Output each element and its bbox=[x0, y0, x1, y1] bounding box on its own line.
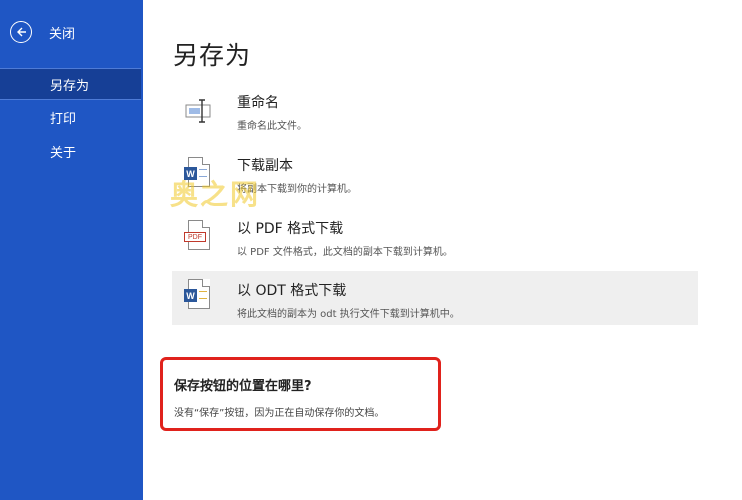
sidebar: 关闭 另存为 打印 关于 bbox=[0, 0, 143, 500]
download-odt-option[interactable]: W 以 ODT 格式下载 将此文档的副本为 odt 执行文件下载到计算机中。 bbox=[172, 271, 698, 325]
main-panel: 另存为 重命名 重命名此文件。 W 下载副本 将副本下载到你的计算机。 PDF bbox=[143, 0, 742, 500]
option-title: 以 PDF 格式下载 bbox=[237, 221, 344, 237]
sidebar-item-print[interactable]: 打印 bbox=[0, 101, 141, 133]
sidebar-item-label: 打印 bbox=[50, 111, 77, 127]
option-desc: 重命名此文件。 bbox=[237, 121, 307, 132]
watermark: 奥之网 bbox=[170, 178, 261, 211]
callout-question: 保存按钮的位置在哪里? bbox=[174, 379, 312, 394]
close-label: 关闭 bbox=[49, 26, 76, 42]
pdf-badge: PDF bbox=[184, 232, 206, 242]
option-desc: 将此文档的副本为 odt 执行文件下载到计算机中。 bbox=[237, 309, 460, 320]
rename-icon bbox=[184, 94, 214, 128]
odt-doc-icon: W bbox=[184, 279, 214, 313]
sidebar-item-label: 另存为 bbox=[50, 78, 90, 94]
rename-option[interactable]: 重命名 重命名此文件。 bbox=[172, 86, 698, 140]
sidebar-item-about[interactable]: 关于 bbox=[0, 135, 141, 167]
option-title: 重命名 bbox=[237, 95, 279, 111]
callout-answer: 没有“保存”按钮，因为正在自动保存你的文档。 bbox=[174, 408, 385, 419]
close-back-button[interactable]: 关闭 bbox=[10, 20, 75, 44]
page-title: 另存为 bbox=[173, 41, 252, 70]
back-arrow-icon bbox=[10, 21, 32, 43]
pdf-doc-icon: PDF bbox=[184, 220, 214, 254]
sidebar-item-label: 关于 bbox=[50, 145, 77, 161]
sidebar-item-save-as[interactable]: 另存为 bbox=[0, 68, 141, 100]
save-info-callout: 保存按钮的位置在哪里? 没有“保存”按钮，因为正在自动保存你的文档。 bbox=[160, 357, 441, 431]
option-title: 以 ODT 格式下载 bbox=[237, 283, 347, 299]
option-desc: 以 PDF 文件格式，此文档的副本下载到计算机。 bbox=[237, 247, 453, 258]
download-pdf-option[interactable]: PDF 以 PDF 格式下载 以 PDF 文件格式，此文档的副本下载到计算机。 bbox=[172, 212, 698, 266]
option-title: 下载副本 bbox=[237, 158, 293, 174]
